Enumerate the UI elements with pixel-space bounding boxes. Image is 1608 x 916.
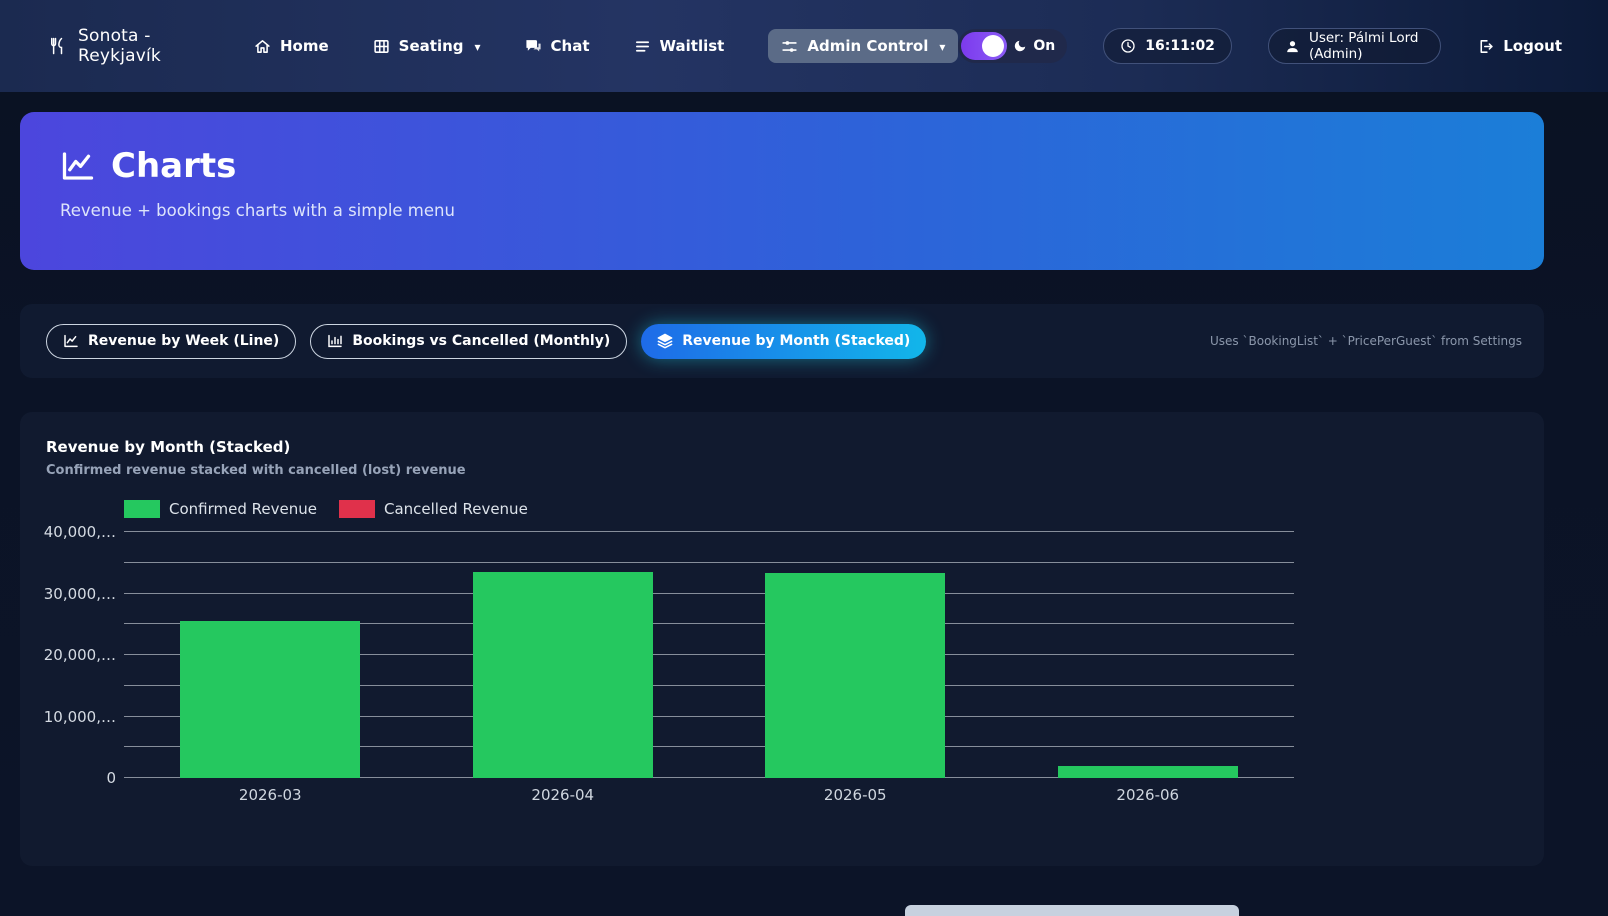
list-icon xyxy=(634,38,651,55)
bar-chart-icon xyxy=(327,333,343,349)
nav-links: Home Seating Chat xyxy=(254,29,958,63)
chevron-down-icon xyxy=(937,37,945,55)
home-icon xyxy=(254,38,271,55)
nav-item-waitlist[interactable]: Waitlist xyxy=(634,37,725,55)
toggle-state-label: On xyxy=(1033,38,1055,54)
chart-menu-button-bookings-cancelled[interactable]: Bookings vs Cancelled (Monthly) xyxy=(310,324,627,359)
nav-item-chat[interactable]: Chat xyxy=(525,37,590,55)
bar xyxy=(1058,766,1238,778)
bar xyxy=(473,572,653,778)
table-grid-icon xyxy=(373,38,390,55)
footer-peek xyxy=(905,905,1239,916)
logout-label: Logout xyxy=(1503,37,1562,55)
chart-menu-button-label: Revenue by Month (Stacked) xyxy=(682,333,910,349)
x-tick-label: 2026-04 xyxy=(417,786,710,804)
chart-subtitle: Confirmed revenue stacked with cancelled… xyxy=(46,463,1518,478)
y-axis: 010,000,…20,000,…30,000,…40,000,… xyxy=(46,526,124,778)
bar xyxy=(765,573,945,778)
sliders-icon xyxy=(781,38,798,55)
chart-menu: Revenue by Week (Line) Bookings vs Cance… xyxy=(20,304,1544,378)
bar-slot xyxy=(124,526,417,778)
plot-row: 010,000,…20,000,…30,000,…40,000,… xyxy=(46,526,1294,778)
y-tick-label: 20,000,… xyxy=(44,646,116,664)
dark-mode-toggle[interactable]: On xyxy=(958,29,1067,63)
toggle-knob xyxy=(982,35,1004,57)
nav-item-home[interactable]: Home xyxy=(254,37,329,55)
hero-banner: Charts Revenue + bookings charts with a … xyxy=(20,112,1544,270)
legend-swatch xyxy=(124,500,160,518)
page-title-text: Charts xyxy=(111,146,236,186)
y-tick-label: 40,000,… xyxy=(44,523,116,541)
bar-slot xyxy=(709,526,1002,778)
clock-time: 16:11:02 xyxy=(1145,38,1215,54)
user-pill: User: Pálmi Lord (Admin) xyxy=(1268,28,1441,64)
nav-item-admin-control[interactable]: Admin Control xyxy=(768,29,958,63)
chat-icon xyxy=(525,38,542,55)
nav-item-label: Seating xyxy=(399,37,464,55)
chart-title: Revenue by Month (Stacked) xyxy=(46,438,1518,456)
utensils-icon xyxy=(48,37,66,55)
legend-swatch xyxy=(339,500,375,518)
brand-label: Sonota - Reykjavík xyxy=(78,26,224,66)
nav-item-label: Home xyxy=(280,37,329,55)
bar-stack xyxy=(765,573,945,778)
legend-item[interactable]: Cancelled Revenue xyxy=(339,500,528,518)
x-tick-label: 2026-06 xyxy=(1002,786,1295,804)
legend-label: Cancelled Revenue xyxy=(384,500,528,518)
moon-icon xyxy=(1013,39,1027,53)
page-container: Charts Revenue + bookings charts with a … xyxy=(20,112,1544,866)
bar-stack xyxy=(473,572,653,778)
user-label: User: Pálmi Lord (Admin) xyxy=(1309,30,1424,62)
navbar: Sonota - Reykjavík Home Seating xyxy=(0,0,1608,92)
legend-item[interactable]: Confirmed Revenue xyxy=(124,500,317,518)
line-chart-icon xyxy=(63,333,79,349)
page-subtitle: Revenue + bookings charts with a simple … xyxy=(60,201,1504,220)
bar xyxy=(180,621,360,778)
chart-plot xyxy=(124,526,1294,778)
user-icon xyxy=(1285,39,1300,54)
logout-button[interactable]: Logout xyxy=(1477,37,1562,55)
chart-card: Revenue by Month (Stacked) Confirmed rev… xyxy=(20,412,1544,866)
bar-slot xyxy=(417,526,710,778)
y-tick-label: 30,000,… xyxy=(44,585,116,603)
y-tick-label: 10,000,… xyxy=(44,708,116,726)
navbar-right: On 16:11:02 User: Pálmi Lord (Admin) Log… xyxy=(958,28,1562,64)
toggle-track[interactable] xyxy=(961,32,1007,60)
chart-legend: Confirmed Revenue Cancelled Revenue xyxy=(124,500,1294,518)
x-tick-label: 2026-03 xyxy=(124,786,417,804)
y-tick-label: 0 xyxy=(106,769,116,787)
chart-menu-button-label: Bookings vs Cancelled (Monthly) xyxy=(352,333,610,349)
nav-item-label: Waitlist xyxy=(660,37,725,55)
clock-pill: 16:11:02 xyxy=(1103,28,1232,64)
legend-label: Confirmed Revenue xyxy=(169,500,317,518)
bar-stack xyxy=(1058,766,1238,778)
x-axis: 2026-032026-042026-052026-06 xyxy=(124,786,1294,804)
page-title: Charts xyxy=(60,146,1504,186)
nav-item-label: Admin Control xyxy=(807,37,928,55)
x-tick-label: 2026-05 xyxy=(709,786,1002,804)
nav-item-seating[interactable]: Seating xyxy=(373,37,481,55)
bar-slot xyxy=(1002,526,1295,778)
layers-icon xyxy=(657,333,673,349)
chevron-down-icon xyxy=(473,37,481,55)
nav-item-label: Chat xyxy=(551,37,590,55)
chart-menu-button-revenue-month[interactable]: Revenue by Month (Stacked) xyxy=(641,324,926,359)
logout-icon xyxy=(1477,38,1494,55)
clock-icon xyxy=(1120,38,1136,54)
chart-menu-button-label: Revenue by Week (Line) xyxy=(88,333,279,349)
settings-hint: Uses `BookingList` + `PricePerGuest` fro… xyxy=(1210,334,1522,348)
bar-stack xyxy=(180,621,360,778)
chart: Confirmed Revenue Cancelled Revenue 0 10,0… xyxy=(46,500,1294,804)
brand[interactable]: Sonota - Reykjavík xyxy=(48,26,224,66)
chart-line-icon xyxy=(60,148,96,184)
chart-menu-button-revenue-week[interactable]: Revenue by Week (Line) xyxy=(46,324,296,359)
